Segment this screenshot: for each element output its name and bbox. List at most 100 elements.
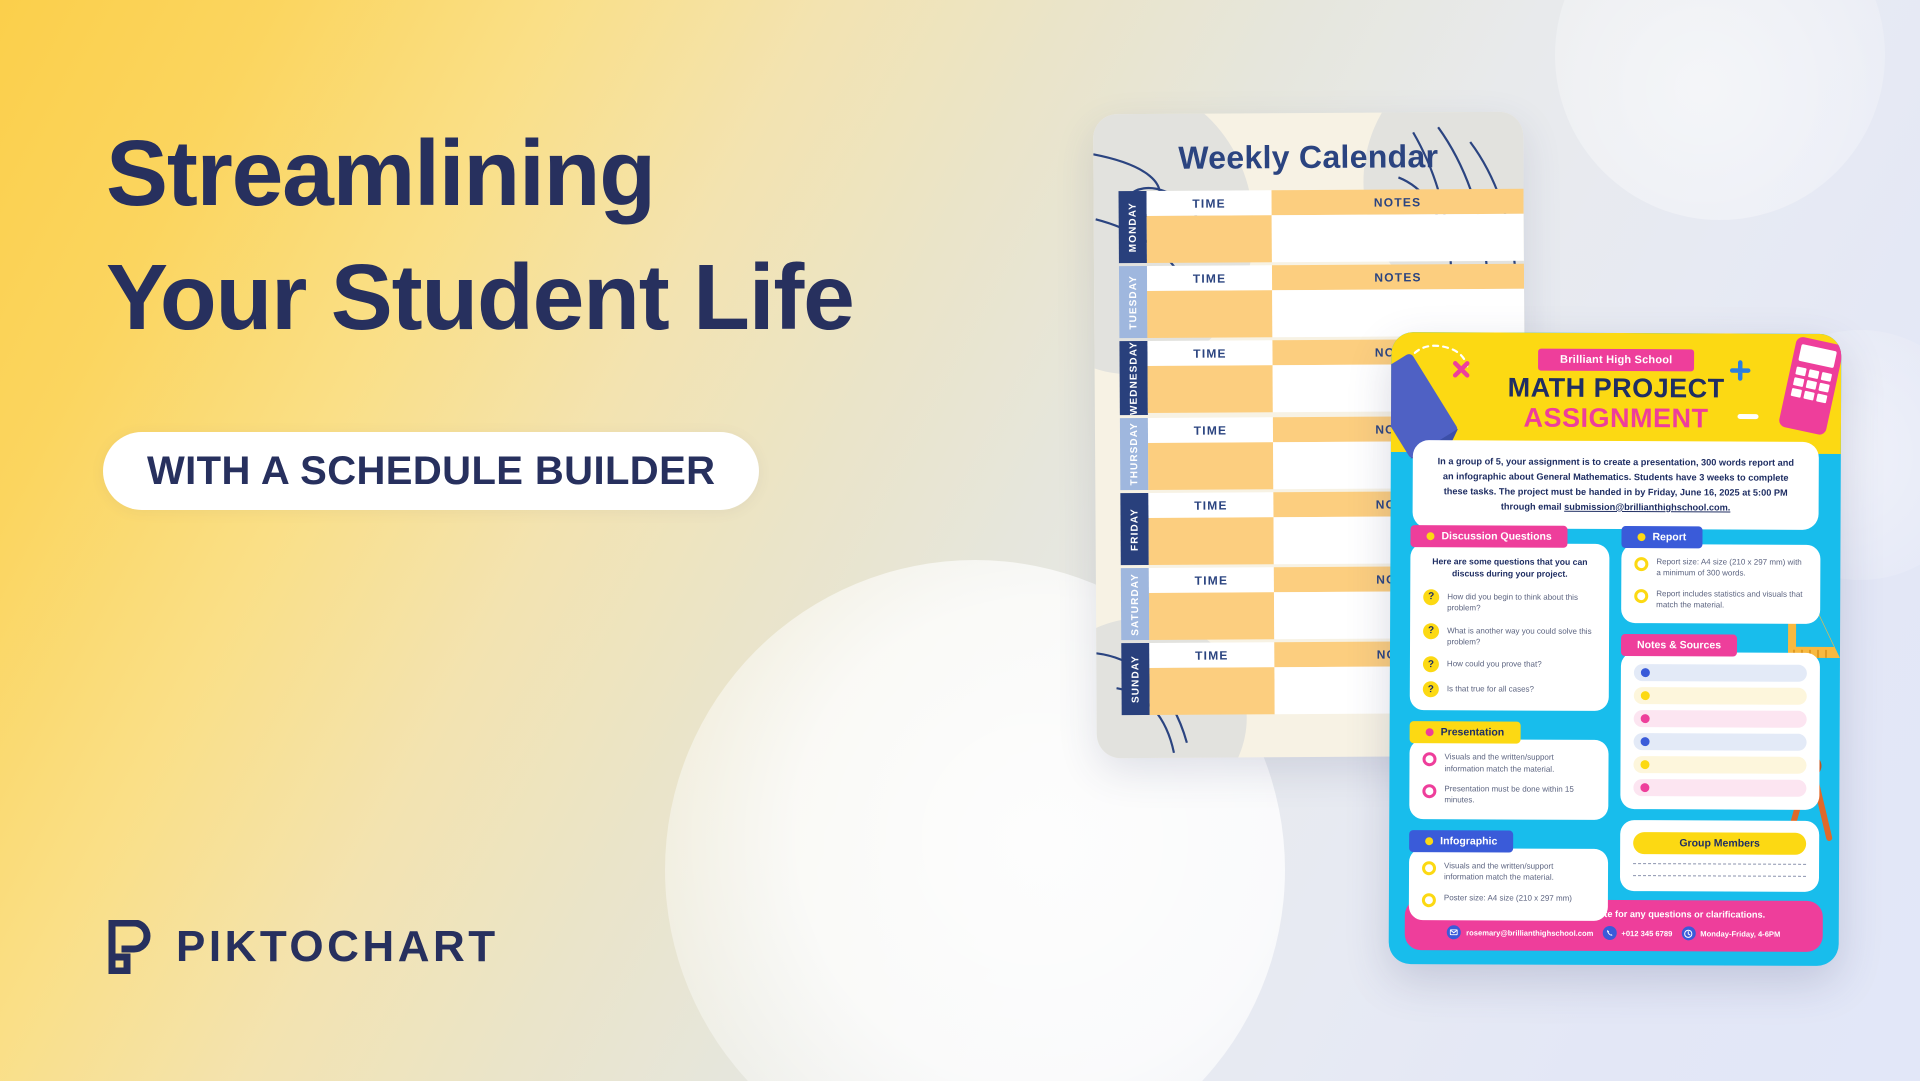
column-header-time: TIME [1146, 265, 1273, 291]
note-row[interactable] [1633, 710, 1807, 729]
cell-time-empty[interactable] [1148, 442, 1274, 490]
column-header-time: TIME [1148, 492, 1274, 518]
panel-body-presentation: Visuals and the written/support informat… [1409, 739, 1609, 820]
panel-header-discussion: Discussion Questions [1410, 525, 1568, 548]
column-header-time: TIME [1147, 417, 1274, 443]
list-item: ? How did you begin to think about this … [1423, 589, 1596, 614]
list-item: Visuals and the written/support informat… [1422, 752, 1595, 775]
day-tab-monday[interactable]: MONDAY [1118, 190, 1147, 264]
list-item: Presentation must be done within 15 minu… [1422, 783, 1595, 806]
note-row[interactable] [1633, 733, 1807, 752]
cell-time-empty[interactable] [1148, 592, 1275, 640]
group-member-line[interactable] [1633, 875, 1807, 878]
panel-discussion-questions[interactable]: Discussion Questions Here are some quest… [1409, 525, 1610, 712]
footer-email-text: rosemary@brillianthighschool.com [1466, 927, 1594, 938]
list-item: Poster size: A4 size (210 x 297 mm) [1421, 892, 1595, 908]
cell-time-empty[interactable] [1147, 365, 1273, 413]
day-label: FRIDAY [1128, 507, 1141, 551]
footer-hours-text: Monday-Friday, 4-6PM [1700, 928, 1781, 939]
cell-notes-empty[interactable] [1271, 213, 1524, 263]
column-header-notes: NOTES [1271, 263, 1525, 291]
panel-title: Discussion Questions [1441, 530, 1552, 543]
poster-title-line-1: MATH PROJECT [1507, 372, 1725, 404]
day-label: SATURDAY [1129, 572, 1141, 636]
assignment-intro: In a group of 5, your assignment is to c… [1412, 440, 1819, 530]
footer-phone-item[interactable]: +012 345 6789 [1602, 925, 1673, 941]
panel-body-infographic: Visuals and the written/support informat… [1408, 847, 1609, 921]
note-row[interactable] [1633, 756, 1807, 775]
panel-infographic[interactable]: Infographic Visuals and the written/supp… [1408, 829, 1609, 921]
headline-line-2: Your Student Life [106, 244, 855, 349]
discussion-lead: Here are some questions that you can dis… [1432, 556, 1588, 580]
note-row[interactable] [1633, 779, 1807, 798]
subtitle-pill-label: WITH A SCHEDULE BUILDER [147, 448, 716, 493]
footer-email-item[interactable]: rosemary@brillianthighschool.com [1447, 925, 1593, 940]
submission-email-link[interactable]: submission@brillianthighschool.com. [1564, 501, 1730, 512]
list-item: Report size: A4 size (210 x 297 mm) with… [1634, 556, 1807, 579]
presentation-item-text: Presentation must be done within 15 minu… [1444, 784, 1574, 805]
piktochart-p-icon [108, 919, 154, 975]
panel-body-report: Report size: A4 size (210 x 297 mm) with… [1621, 544, 1821, 625]
discussion-question-text: How did you begin to think about this pr… [1447, 592, 1578, 613]
panel-notes-sources[interactable]: Notes & Sources [1620, 634, 1820, 811]
list-item: ? How could you prove that? [1422, 656, 1596, 674]
cell-notes-empty[interactable] [1272, 288, 1525, 338]
panel-header-report: Report [1621, 526, 1703, 549]
day-tab-friday[interactable]: FRIDAY [1120, 492, 1149, 566]
cell-time-empty[interactable] [1147, 290, 1273, 338]
list-item: Visuals and the written/support informat… [1422, 860, 1595, 883]
table-row[interactable]: TUESDAY TIME NOTES [1118, 263, 1525, 339]
discussion-question-text: How could you prove that? [1446, 659, 1542, 670]
column-header-notes: NOTES [1271, 188, 1524, 216]
note-dot-icon [1640, 691, 1650, 701]
day-tab-saturday[interactable]: SATURDAY [1120, 567, 1150, 641]
panel-header-infographic: Infographic [1409, 829, 1514, 853]
note-row[interactable] [1633, 687, 1807, 706]
panel-presentation[interactable]: Presentation Visuals and the written/sup… [1409, 721, 1609, 820]
panel-title: Presentation [1440, 726, 1505, 739]
question-mark-icon: ? [1422, 656, 1439, 673]
bullet-dot-icon [1425, 728, 1434, 737]
column-header-time: TIME [1149, 642, 1275, 668]
panel-report[interactable]: Report Report size: A4 size (210 x 297 m… [1621, 526, 1821, 625]
panel-body-notes [1620, 652, 1820, 811]
day-tab-sunday[interactable]: SUNDAY [1121, 642, 1150, 716]
panel-title: Notes & Sources [1636, 639, 1722, 652]
panel-group-members[interactable]: Group Members [1619, 820, 1820, 893]
discussion-question-text: What is another way you could solve this… [1447, 625, 1592, 647]
envelope-icon [1447, 925, 1462, 940]
day-tab-tuesday[interactable]: TUESDAY [1118, 265, 1148, 339]
piktochart-logo[interactable]: PIKTOCHART [108, 919, 499, 975]
ring-bullet-icon [1634, 557, 1649, 572]
group-members-header: Group Members [1633, 832, 1807, 856]
infographic-item-text: Visuals and the written/support informat… [1443, 861, 1554, 882]
cell-time-empty[interactable] [1148, 517, 1274, 565]
note-dot-icon [1640, 783, 1650, 793]
panel-title: Infographic [1440, 835, 1498, 848]
day-tab-wednesday[interactable]: WEDNESDAY [1119, 340, 1148, 416]
promo-banner: Streamlining Your Student Life WITH A SC… [0, 0, 1920, 1081]
clock-icon [1681, 926, 1696, 941]
report-item-text: Report includes statistics and visuals t… [1656, 588, 1803, 610]
presentation-item-text: Visuals and the written/support informat… [1444, 752, 1555, 774]
note-row[interactable] [1633, 664, 1807, 683]
day-label: WEDNESDAY [1127, 341, 1140, 416]
day-body: TIME NOTES [1146, 188, 1524, 263]
table-row[interactable]: MONDAY TIME NOTES [1118, 188, 1524, 264]
day-tab-thursday[interactable]: THURSDAY [1119, 417, 1149, 491]
list-item: Report includes statistics and visuals t… [1634, 588, 1807, 611]
panel-header-presentation: Presentation [1409, 721, 1521, 744]
column-header-time: TIME [1148, 567, 1274, 593]
poster-columns: Discussion Questions Here are some quest… [1408, 525, 1821, 921]
footer-phone-text: +012 345 6789 [1621, 928, 1673, 938]
panel-header-notes: Notes & Sources [1620, 634, 1738, 657]
math-assignment-poster[interactable]: Brilliant High School MATH PROJECT ASSIG… [1388, 332, 1842, 966]
subtitle-pill: WITH A SCHEDULE BUILDER [103, 432, 760, 510]
column-header-time: TIME [1146, 190, 1272, 216]
cell-time-empty[interactable] [1146, 215, 1272, 263]
discussion-question-text: Is that true for all cases? [1446, 684, 1534, 694]
cell-time-empty[interactable] [1149, 667, 1275, 715]
group-member-line[interactable] [1633, 863, 1807, 866]
ring-bullet-icon [1421, 892, 1436, 907]
note-dot-icon [1640, 737, 1650, 747]
